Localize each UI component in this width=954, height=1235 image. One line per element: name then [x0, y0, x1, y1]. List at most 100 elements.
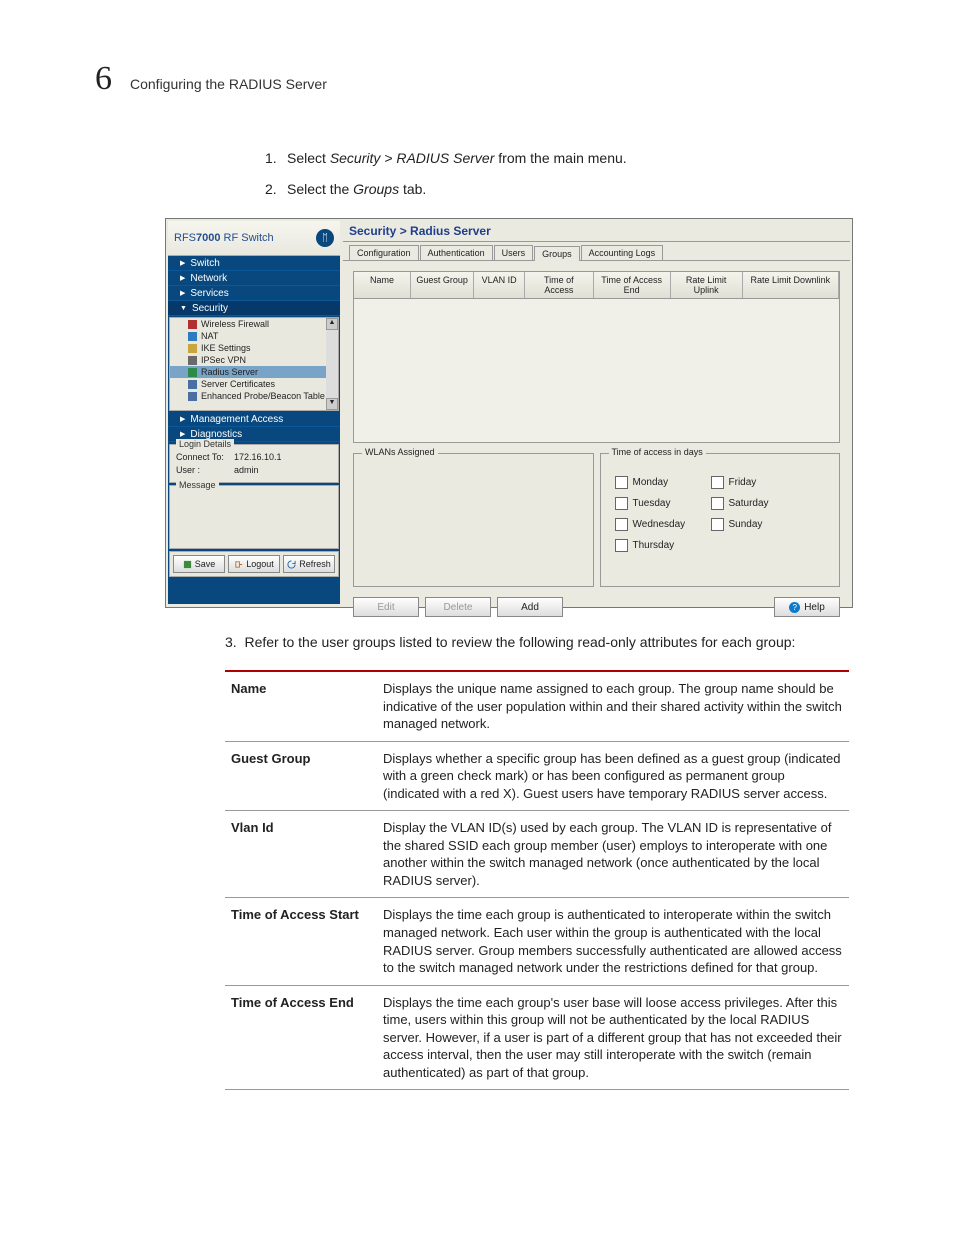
attr-row: Time of Access StartDisplays the time ea…: [225, 898, 849, 985]
logout-icon: [234, 560, 243, 569]
tree-node-icon: [188, 320, 197, 329]
login-details-box: Login Details Connect To: 172.16.10.1 Us…: [169, 444, 339, 483]
tree-node-icon: [188, 344, 197, 353]
wlans-legend: WLANs Assigned: [362, 447, 438, 457]
nav-item-services[interactable]: ▶Services: [168, 286, 340, 301]
nav-tree: Wireless FirewallNATIKE SettingsIPSec VP…: [169, 317, 339, 411]
attr-name: Guest Group: [225, 741, 377, 811]
step-item: 2.Select the Groups tab.: [265, 179, 859, 200]
attr-desc: Displays the time each group's user base…: [377, 985, 849, 1090]
tree-item-server-certificates[interactable]: Server Certificates: [170, 378, 338, 390]
tree-node-icon: [188, 392, 197, 401]
steps-list: 1.Select Security > RADIUS Server from t…: [225, 148, 859, 200]
tab-accounting-logs[interactable]: Accounting Logs: [581, 245, 664, 260]
help-button[interactable]: ? Help: [774, 597, 840, 617]
day-label: Friday: [729, 477, 799, 488]
app-screenshot: RFS7000 RF Switch ᛖ ▶Switch▶Network▶Serv…: [165, 218, 853, 608]
page-title: Configuring the RADIUS Server: [130, 76, 327, 92]
edit-button[interactable]: Edit: [353, 597, 419, 617]
chevron-right-icon: ▶: [180, 430, 185, 438]
attr-desc: Displays whether a specific group has be…: [377, 741, 849, 811]
tab-configuration[interactable]: Configuration: [349, 245, 419, 260]
day-checkbox[interactable]: [615, 476, 628, 489]
tree-item-radius-server[interactable]: Radius Server: [170, 366, 338, 378]
day-checkbox[interactable]: [711, 518, 724, 531]
scroll-up-icon[interactable]: ▲: [326, 318, 338, 330]
tab-authentication[interactable]: Authentication: [420, 245, 493, 260]
column-header[interactable]: Time of Access: [525, 272, 593, 298]
login-legend: Login Details: [176, 439, 234, 449]
chevron-right-icon: ▶: [180, 415, 185, 423]
chevron-right-icon: ▶: [180, 259, 185, 267]
breadcrumb: Security > Radius Server: [343, 221, 850, 242]
connect-to-value: 172.16.10.1: [234, 452, 282, 462]
day-label: Thursday: [633, 540, 711, 551]
nav-item-security[interactable]: ▼Security: [168, 301, 340, 316]
sidebar: RFS7000 RF Switch ᛖ ▶Switch▶Network▶Serv…: [168, 221, 340, 604]
tree-node-icon: [188, 380, 197, 389]
column-header[interactable]: Name: [354, 272, 411, 298]
nav-item-switch[interactable]: ▶Switch: [168, 256, 340, 271]
day-checkbox[interactable]: [615, 518, 628, 531]
chevron-right-icon: ▶: [180, 274, 185, 282]
tab-users[interactable]: Users: [494, 245, 534, 260]
day-label: Monday: [633, 477, 711, 488]
day-checkbox[interactable]: [711, 476, 724, 489]
column-header[interactable]: Time of Access End: [594, 272, 671, 298]
column-header[interactable]: Rate Limit Downlink: [743, 272, 839, 298]
delete-button[interactable]: Delete: [425, 597, 491, 617]
day-label: Sunday: [729, 519, 799, 530]
tree-item-wireless-firewall[interactable]: Wireless Firewall: [170, 318, 338, 330]
refresh-button[interactable]: Refresh: [283, 555, 335, 573]
attr-row: Time of Access EndDisplays the time each…: [225, 985, 849, 1090]
add-button[interactable]: Add: [497, 597, 563, 617]
attr-name: Name: [225, 671, 377, 741]
message-legend: Message: [176, 480, 219, 490]
tree-node-icon: [188, 332, 197, 341]
save-icon: [183, 560, 192, 569]
column-header[interactable]: Rate Limit Uplink: [671, 272, 743, 298]
attr-name: Time of Access End: [225, 985, 377, 1090]
step-item: 1.Select Security > RADIUS Server from t…: [265, 148, 859, 169]
day-label: Saturday: [729, 498, 799, 509]
sidebar-header: RFS7000 RF Switch ᛖ: [168, 221, 340, 256]
message-box: Message: [169, 485, 339, 549]
nav-item-management-access[interactable]: ▶Management Access: [168, 412, 340, 427]
days-legend: Time of access in days: [609, 447, 706, 457]
attr-row: Vlan IdDisplay the VLAN ID(s) used by ea…: [225, 811, 849, 898]
attributes-table: NameDisplays the unique name assigned to…: [225, 670, 849, 1090]
step-3: 3. Refer to the user groups listed to re…: [225, 634, 859, 650]
tree-item-ipsec-vpn[interactable]: IPSec VPN: [170, 354, 338, 366]
tree-scrollbar[interactable]: ▲ ▼: [326, 318, 338, 410]
attr-desc: Displays the unique name assigned to eac…: [377, 671, 849, 741]
tree-item-enhanced-probe-beacon-table[interactable]: Enhanced Probe/Beacon Table: [170, 390, 338, 402]
tree-node-icon: [188, 368, 197, 377]
time-of-access-panel: Time of access in days MondayFridayTuesd…: [600, 453, 841, 587]
day-checkbox[interactable]: [615, 497, 628, 510]
user-value: admin: [234, 465, 259, 475]
logout-button[interactable]: Logout: [228, 555, 280, 573]
attr-desc: Display the VLAN ID(s) used by each grou…: [377, 811, 849, 898]
attr-name: Vlan Id: [225, 811, 377, 898]
tab-groups[interactable]: Groups: [534, 246, 580, 261]
day-label: Wednesday: [633, 519, 711, 530]
day-checkbox[interactable]: [711, 497, 724, 510]
tree-node-icon: [188, 356, 197, 365]
groups-table[interactable]: NameGuest GroupVLAN IDTime of AccessTime…: [353, 271, 840, 443]
tree-item-ike-settings[interactable]: IKE Settings: [170, 342, 338, 354]
column-header[interactable]: Guest Group: [411, 272, 474, 298]
day-label: Tuesday: [633, 498, 711, 509]
scroll-down-icon[interactable]: ▼: [326, 398, 338, 410]
help-icon: ?: [789, 602, 800, 613]
attr-desc: Displays the time each group is authenti…: [377, 898, 849, 985]
nav-item-network[interactable]: ▶Network: [168, 271, 340, 286]
day-checkbox[interactable]: [615, 539, 628, 552]
wlans-assigned-panel: WLANs Assigned: [353, 453, 594, 587]
connect-to-label: Connect To:: [176, 452, 234, 462]
save-button[interactable]: Save: [173, 555, 225, 573]
attr-row: Guest GroupDisplays whether a specific g…: [225, 741, 849, 811]
column-header[interactable]: VLAN ID: [474, 272, 525, 298]
tree-item-nat[interactable]: NAT: [170, 330, 338, 342]
attr-row: NameDisplays the unique name assigned to…: [225, 671, 849, 741]
tab-bar: ConfigurationAuthenticationUsersGroupsAc…: [343, 242, 850, 261]
